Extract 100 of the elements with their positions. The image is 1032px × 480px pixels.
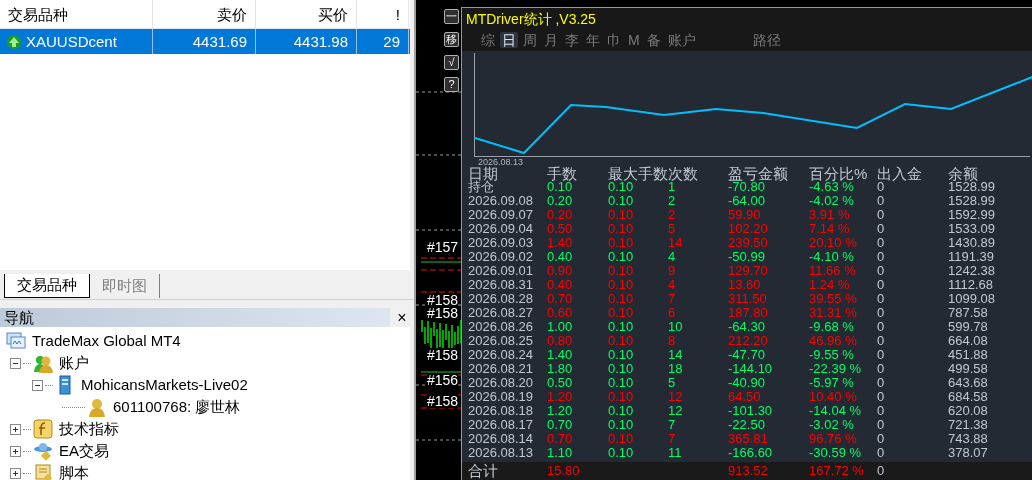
table-cell: 0.10	[608, 291, 634, 307]
collapse-icon[interactable]	[32, 379, 43, 391]
row-label: 2026.09.03	[468, 235, 534, 251]
period-tab[interactable]: M	[626, 32, 642, 48]
people-icon	[33, 353, 53, 373]
table-cell: 0	[877, 193, 885, 209]
period-tab[interactable]: 备	[644, 32, 663, 48]
tree-item[interactable]: 账户	[59, 351, 89, 375]
table-cell: 787.58	[948, 305, 988, 321]
table-cell: 0	[877, 347, 885, 363]
tree-item[interactable]: EA交易	[59, 439, 109, 463]
tab[interactable]: 即时图	[90, 274, 160, 298]
table-cell: 0.10	[608, 403, 634, 419]
table-cell: 0	[877, 319, 885, 335]
column-header[interactable]: 买价	[256, 0, 357, 28]
row-label: 2026.08.14	[468, 431, 534, 447]
period-tab[interactable]: 李	[563, 32, 581, 48]
order-label: #158	[427, 293, 459, 307]
column-header[interactable]: 卖价	[153, 0, 256, 28]
table-cell: 1533.09	[948, 221, 995, 237]
column-header: 次数	[668, 166, 699, 181]
order-label: #156	[427, 373, 459, 387]
panel-button[interactable]: ?	[444, 77, 459, 92]
table-cell: 1.24 %	[809, 277, 850, 293]
column-header[interactable]: 交易品种	[0, 0, 153, 28]
table-cell: 1528.99	[948, 193, 995, 209]
column-header: 手数	[547, 166, 578, 181]
period-tab[interactable]: 年	[584, 32, 602, 48]
table-cell: 187.80	[728, 305, 768, 321]
period-tab[interactable]: 综	[479, 32, 497, 48]
tree-item[interactable]: TradeMax Global MT4	[32, 329, 181, 353]
table-cell: 7	[668, 417, 676, 433]
expand-icon[interactable]	[10, 423, 21, 435]
table-cell: 643.68	[948, 375, 988, 391]
table-cell: 0.10	[608, 431, 634, 447]
table-cell: -64.30	[728, 319, 765, 335]
tree-item[interactable]: MohicansMarkets-Live02	[81, 373, 248, 397]
table-cell: 451.88	[948, 347, 988, 363]
panel-button[interactable]: 移	[444, 32, 459, 47]
table-cell: 15.80	[547, 463, 580, 479]
function-icon	[33, 419, 53, 439]
table-cell: 11.66 %	[809, 263, 856, 279]
table-cell: 12	[668, 389, 683, 405]
period-tab[interactable]: 周	[521, 32, 539, 48]
table-cell: 59.90	[728, 207, 761, 223]
symbol-row[interactable]: XAUUSDcent 4431.69 4431.98 29	[0, 29, 410, 54]
period-tab[interactable]: 日	[500, 32, 518, 48]
column-header[interactable]: !	[357, 0, 409, 28]
tree-item[interactable]: 技术指标	[59, 417, 119, 441]
collapse-icon[interactable]	[10, 357, 21, 369]
table-cell: 14	[668, 347, 683, 363]
expand-icon[interactable]	[10, 467, 21, 479]
table-cell: -101.30	[728, 403, 773, 419]
table-cell: 1242.38	[948, 263, 995, 279]
row-label: 2026.08.28	[468, 291, 534, 307]
panel-button[interactable]: 一	[444, 9, 459, 24]
table-cell: 1099.08	[948, 291, 995, 307]
table-cell: 0	[877, 207, 885, 223]
table-cell: -3.02 %	[809, 417, 854, 433]
row-label: 2026.08.24	[468, 347, 534, 363]
table-cell: 0.40	[547, 277, 573, 293]
table-cell: 743.88	[948, 431, 988, 447]
table-cell: 167.72 %	[809, 463, 864, 479]
table-cell: 1592.99	[948, 207, 995, 223]
row-label: 2026.08.19	[468, 389, 534, 405]
row-label: 2026.09.04	[468, 221, 534, 237]
table-cell: 0.10	[608, 305, 634, 321]
axis-label: 2026.08.13	[478, 157, 524, 167]
table-cell: 0	[877, 431, 885, 447]
table-cell: 0.10	[608, 193, 634, 209]
table-cell: -5.97 %	[809, 375, 854, 391]
tree-item[interactable]: 脚本	[59, 461, 89, 480]
table-cell: 0	[877, 249, 885, 265]
period-tab[interactable]: 月	[542, 32, 560, 48]
table-cell: 0.60	[547, 305, 573, 321]
period-tab[interactable]: 账户	[665, 32, 698, 48]
order-label: #158	[427, 306, 459, 320]
table-cell: 0.50	[547, 375, 573, 391]
table-cell: 5	[668, 221, 676, 237]
table-cell: 0.10	[608, 333, 634, 349]
expand-icon[interactable]	[10, 445, 21, 457]
period-tab[interactable]: 巾	[605, 32, 623, 48]
panel-button[interactable]: √	[444, 55, 459, 70]
table-cell: 239.50	[728, 235, 768, 251]
tree-item[interactable]: 601100768: 廖世林	[113, 395, 241, 419]
row-label: 2026.09.07	[468, 207, 534, 223]
table-cell: 9	[668, 263, 676, 279]
person-icon	[87, 397, 107, 417]
close-button[interactable]: ×	[390, 308, 414, 327]
row-label: 2026.09.08	[468, 193, 534, 209]
tab[interactable]: 交易品种	[4, 274, 90, 298]
table-cell: 1.00	[547, 319, 573, 335]
row-label: 2026.08.26	[468, 319, 534, 335]
table-cell: 0	[877, 375, 885, 391]
table-cell: 620.08	[948, 403, 988, 419]
table-cell: 2	[668, 207, 676, 223]
table-cell: -166.60	[728, 445, 773, 461]
table-cell: -64.00	[728, 193, 765, 209]
row-label: 2026.08.27	[468, 305, 534, 321]
period-tab[interactable]: 路径	[750, 32, 783, 48]
